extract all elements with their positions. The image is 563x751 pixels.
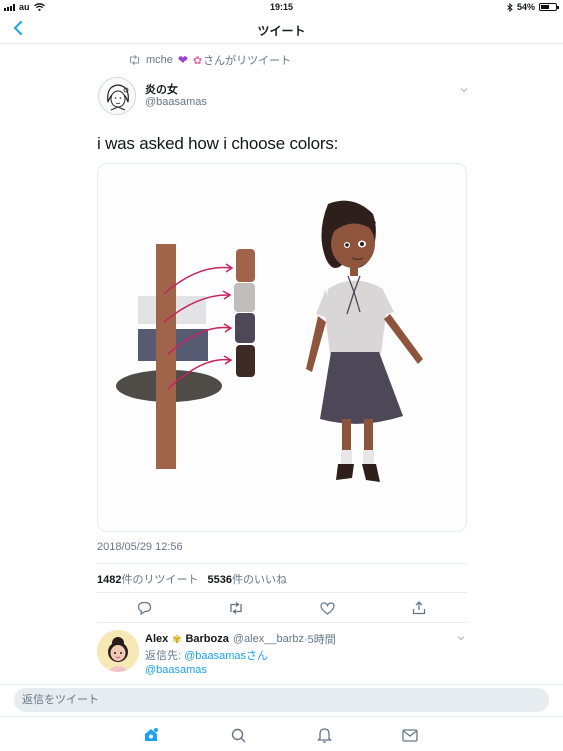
bottom-tab-bar	[0, 716, 563, 751]
character-illustration	[306, 200, 423, 482]
retweet-suffix: さんがリツイート	[203, 55, 292, 67]
navigation-bar: ツイート	[0, 14, 563, 44]
reply-body[interactable]: @baasamas	[145, 664, 207, 676]
battery-fill	[541, 5, 549, 9]
tweet-author: 炎の女 @baasamas	[98, 76, 470, 116]
status-right: 54%	[507, 2, 559, 12]
retweets-stat[interactable]: 1482件のリツイート	[97, 571, 198, 587]
likes-label: 件のいいね	[231, 574, 287, 586]
retweet-context[interactable]: mche ❤ ✿ さんがリツイート	[128, 52, 291, 68]
swatch-hair	[236, 345, 255, 377]
divider-top	[97, 563, 467, 564]
tweet-stats: 1482件のリツイート 5536件のいいね	[97, 571, 287, 587]
author-handle[interactable]: @baasamas	[145, 96, 207, 108]
flower-emoji: ✿	[192, 54, 203, 67]
likes-stat[interactable]: 5536件のいいね	[207, 571, 286, 587]
divider-stats	[97, 592, 467, 593]
swatch-skirt	[235, 313, 255, 343]
reply-icon	[137, 601, 151, 615]
tab-home[interactable]	[141, 725, 161, 745]
chevron-down-icon[interactable]	[458, 84, 470, 96]
page-title: ツイート	[257, 24, 306, 38]
battery-percent: 54%	[516, 2, 535, 12]
likes-count: 5536	[207, 574, 232, 586]
swatch-skin	[236, 249, 255, 282]
status-bar: au 19:15 54%	[0, 0, 563, 14]
reply-time: ·5時間	[303, 634, 336, 646]
reply-to-line: 返信先: @baasamasさん	[145, 647, 268, 663]
author-avatar-drawing	[99, 78, 135, 114]
sunflower-emoji: ✾	[172, 633, 182, 646]
tab-search[interactable]	[228, 725, 248, 745]
retweeter-name: mche	[146, 54, 173, 66]
author-avatar[interactable]	[98, 77, 136, 115]
reply-to-user-link[interactable]: @baasamasさん	[184, 650, 268, 662]
reply-avatar-drawing	[97, 630, 139, 672]
reply-name-first[interactable]: Alex	[145, 633, 168, 645]
reply-name-second[interactable]: Barboza	[185, 633, 228, 645]
reply-header: Alex ✾ Barboza @alex__barbz ·5時間	[145, 631, 336, 647]
divider-actions	[97, 622, 467, 623]
notifications-icon	[316, 728, 332, 743]
reply-compose-input[interactable]	[14, 688, 549, 712]
retweets-label: 件のリツイート	[121, 574, 199, 586]
reply-to-label: 返信先:	[145, 650, 182, 662]
reply-tweet[interactable]: Alex ✾ Barboza @alex__barbz ·5時間 返信先: @b…	[97, 628, 469, 683]
share-button[interactable]	[409, 598, 429, 618]
home-icon	[145, 728, 158, 741]
tweet-timestamp: 2018/05/29 12:56	[97, 541, 183, 553]
retweet-button[interactable]	[226, 598, 246, 618]
messages-icon	[402, 728, 418, 742]
bluetooth-icon	[507, 2, 513, 12]
author-name[interactable]: 炎の女	[145, 81, 178, 97]
tweet-actions	[97, 598, 467, 618]
status-time: 19:15	[269, 2, 294, 12]
reply-handle[interactable]: @alex__barbz	[233, 633, 304, 645]
tweet-media-image[interactable]	[97, 163, 467, 532]
search-icon	[231, 728, 245, 742]
color-palette-illustration	[116, 200, 423, 482]
reply-avatar[interactable]	[97, 630, 139, 672]
tab-notifications[interactable]	[314, 725, 334, 745]
share-icon	[412, 601, 426, 615]
like-button[interactable]	[317, 598, 337, 618]
reply-button[interactable]	[134, 598, 154, 618]
chevron-down-icon[interactable]	[455, 632, 467, 644]
retweet-icon	[129, 55, 140, 65]
tab-messages[interactable]	[400, 725, 420, 745]
like-icon	[319, 601, 335, 615]
retweet-icon	[230, 602, 242, 614]
tweet-text: i was asked how i choose colors:	[97, 134, 339, 153]
heart-emoji: ❤	[177, 53, 188, 67]
retweets-count: 1482	[97, 574, 122, 586]
battery-icon	[539, 3, 559, 11]
skin-color-stick	[156, 244, 176, 469]
swatch-shirt	[234, 283, 255, 312]
